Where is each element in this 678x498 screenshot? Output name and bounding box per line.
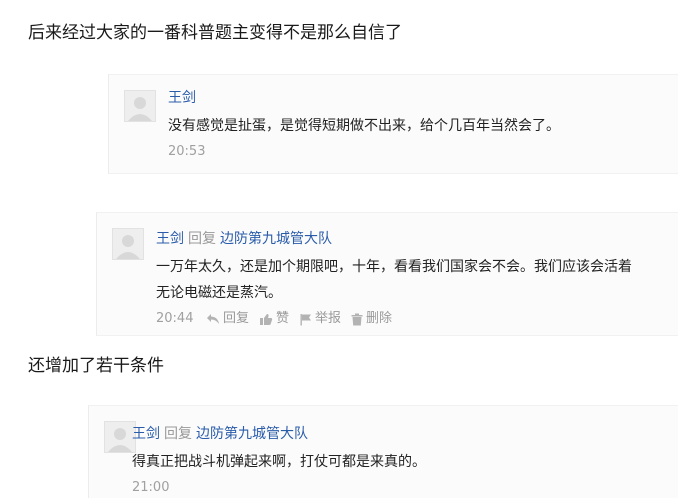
reply-target[interactable]: 边防第九城管大队: [220, 231, 332, 247]
default-avatar-icon: [113, 229, 143, 259]
reply-icon: [207, 314, 219, 324]
trash-icon: [351, 313, 363, 325]
comment-body-1: 没有感觉是扯蛋，是觉得短期做不出来，给个几百年当然会了。: [168, 118, 560, 134]
reply-word: 回复: [164, 426, 192, 442]
default-avatar-icon: [105, 422, 135, 452]
avatar[interactable]: [124, 90, 156, 122]
like-label: 赞: [276, 311, 290, 326]
delete-label: 删除: [366, 311, 393, 326]
comment-meta-1: 王剑: [168, 89, 196, 107]
comment-body-line-1: 一万年太久，还是加个期限吧，十年，看看我们国家会不会。我们应该会活着: [156, 259, 632, 275]
reply-label: 回复: [223, 311, 250, 326]
comment-body-3: 得真正把战斗机弹起来啊，打仗可都是来真的。: [132, 454, 426, 470]
comment-author[interactable]: 王剑: [156, 231, 184, 247]
flag-icon: [300, 313, 312, 325]
comment-body-line-2: 无论电磁还是蒸汽。: [156, 285, 282, 301]
comment-time: 21:00: [132, 480, 170, 495]
caption-first: 后来经过大家的一番科普题主变得不是那么自信了: [28, 23, 402, 43]
reply-word: 回复: [188, 231, 216, 247]
thumbs-up-icon: [260, 313, 273, 325]
like-button[interactable]: 赞: [259, 310, 289, 328]
comment-time: 20:53: [168, 144, 206, 159]
comment-meta-2: 王剑 回复 边防第九城管大队: [156, 230, 332, 248]
delete-button[interactable]: 删除: [351, 310, 392, 328]
comment-author[interactable]: 王剑: [168, 90, 196, 106]
comment-author[interactable]: 王剑: [132, 426, 160, 442]
comment-actions: 回复 赞 举报 删除: [206, 310, 402, 328]
comment-time: 20:44: [156, 311, 194, 326]
report-button[interactable]: 举报: [299, 310, 341, 328]
reply-button[interactable]: 回复: [206, 310, 249, 328]
caption-second: 还增加了若干条件: [28, 356, 164, 376]
avatar[interactable]: [112, 228, 144, 260]
reply-target[interactable]: 边防第九城管大队: [196, 426, 308, 442]
comment-meta-3: 王剑 回复 边防第九城管大队: [132, 425, 308, 443]
report-label: 举报: [315, 311, 342, 326]
page: 后来经过大家的一番科普题主变得不是那么自信了 王剑 没有感觉是扯蛋，是觉得短期做…: [0, 0, 678, 498]
default-avatar-icon: [125, 91, 155, 121]
